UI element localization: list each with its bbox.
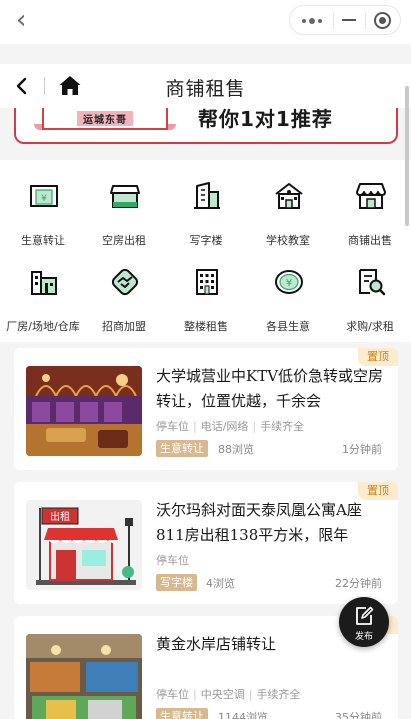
listing-thumbnail (26, 366, 142, 456)
svg-text:¥: ¥ (41, 194, 47, 204)
capsule-divider (365, 13, 366, 29)
listing-thumbnail (26, 634, 142, 719)
publish-button[interactable]: 发布 (339, 597, 389, 647)
pinned-badge: 置顶 (358, 482, 398, 500)
category-store-sale[interactable]: 商铺出售 (329, 160, 411, 247)
page-navbar: 商铺租售 (0, 64, 411, 108)
search-document-icon (359, 269, 386, 296)
listing-time: 35分钟前 (335, 711, 382, 719)
listing-time: 22分钟前 (335, 577, 382, 590)
back-chevron-icon[interactable]: ‹ (16, 7, 26, 33)
listing-type-badge: 生意转让 (156, 440, 208, 457)
category-label: 招商加盟 (102, 320, 146, 333)
empty-shop-icon (110, 185, 140, 208)
category-office[interactable]: 写字楼 (165, 160, 247, 247)
scrollbar[interactable] (405, 86, 409, 226)
listing-type-badge: 写字楼 (156, 574, 197, 591)
listing-title: 沃尔玛斜对面天泰凤凰公寓A座811房出租138平方米，限年 (156, 501, 362, 544)
category-whole-building[interactable]: 整楼租售 (165, 246, 247, 333)
school-icon (275, 183, 303, 209)
listing-card[interactable]: 大学城营业中KTV低价急转或空房转让，位置优越，千余会 停车位 | 电话/网络 | 手续… (14, 348, 398, 470)
publish-label: 发布 (354, 632, 373, 642)
factory-icon (31, 271, 57, 295)
listing-tag: 手续齐全 (260, 420, 305, 433)
store-icon (356, 183, 386, 209)
category-factory[interactable]: 厂房/场地/仓库 (2, 246, 84, 333)
whole-building-icon (196, 269, 218, 295)
pinned-badge: 置顶 (358, 348, 398, 366)
listing-tag: 电话/网络 (200, 420, 249, 433)
banner-badge: 运城东哥 (42, 108, 168, 130)
mini-program-capsule (289, 5, 401, 35)
listing-tag: 停车位 (156, 420, 189, 433)
coin-icon: ¥ (275, 270, 303, 294)
minimize-icon[interactable] (342, 19, 356, 21)
listing-views: 1144浏览 (218, 711, 268, 719)
category-county-business[interactable]: ¥ 各县生意 (247, 246, 329, 333)
rent-sign-text: 出租 (50, 510, 70, 523)
listing-tag: 手续齐全 (256, 688, 301, 701)
listing-tag: 停车位 (156, 688, 189, 701)
category-franchise[interactable]: 招商加盟 (83, 246, 165, 333)
category-label: 求购/求租 (346, 320, 394, 333)
tag-separator: | (193, 420, 197, 433)
edit-icon (356, 606, 374, 625)
office-building-icon (194, 182, 220, 209)
listing-tag: 中央空调 (200, 688, 245, 701)
listing-views: 88浏览 (218, 443, 254, 456)
banner-slogan: 帮你1对1推荐 (198, 108, 333, 131)
category-label: 整楼租售 (184, 320, 228, 333)
transfer-shop-icon: ¥ (30, 185, 58, 207)
mini-program-top-bar: ‹ (0, 0, 411, 44)
category-label: 各县生意 (266, 320, 310, 333)
listing-tags: 停车位 | 中央空调 | 手续齐全 (156, 686, 300, 702)
category-label: 厂房/场地/仓库 (6, 320, 80, 333)
banner-badge-text: 运城东哥 (77, 110, 133, 126)
tag-separator: | (252, 420, 257, 433)
category-empty-shop[interactable]: 空房出租 (83, 160, 165, 247)
listing-type-badge: 生意转让 (156, 708, 208, 719)
page-title: 商铺租售 (165, 78, 246, 100)
more-options-icon[interactable] (302, 18, 322, 24)
listing-tags: 停车位 (156, 552, 189, 568)
category-grid: ¥ 生意转让 空房出租 写字楼 学校教室 商铺出售 厂房/场地/仓库 招商加盟 … (0, 160, 411, 342)
handshake-icon (111, 268, 139, 296)
listing-title: 大学城营业中KTV低价急转或空房转让，位置优越，千余会 (156, 367, 384, 410)
listing-tag: 停车位 (156, 554, 189, 567)
recommend-banner[interactable]: 运城东哥 帮你1对1推荐 (14, 108, 398, 144)
close-icon[interactable] (374, 12, 391, 29)
capsule-divider (333, 13, 334, 29)
listing-thumbnail: 出租 (26, 500, 142, 590)
category-school[interactable]: 学校教室 (247, 160, 329, 247)
tag-separator: | (248, 688, 253, 701)
listing-time: 1分钟前 (342, 443, 382, 456)
category-transfer[interactable]: ¥ 生意转让 (2, 160, 84, 247)
listing-tags: 停车位 | 电话/网络 | 手续齐全 (156, 418, 304, 434)
listing-card[interactable]: 出租 沃尔玛斜对面天泰凤凰公寓A座811房出租138平方米，限年 停车位 写字楼… (14, 482, 398, 604)
tag-separator: | (193, 688, 197, 701)
listing-views: 4浏览 (206, 577, 235, 590)
category-wanted[interactable]: 求购/求租 (329, 246, 411, 333)
svg-text:¥: ¥ (286, 278, 292, 289)
